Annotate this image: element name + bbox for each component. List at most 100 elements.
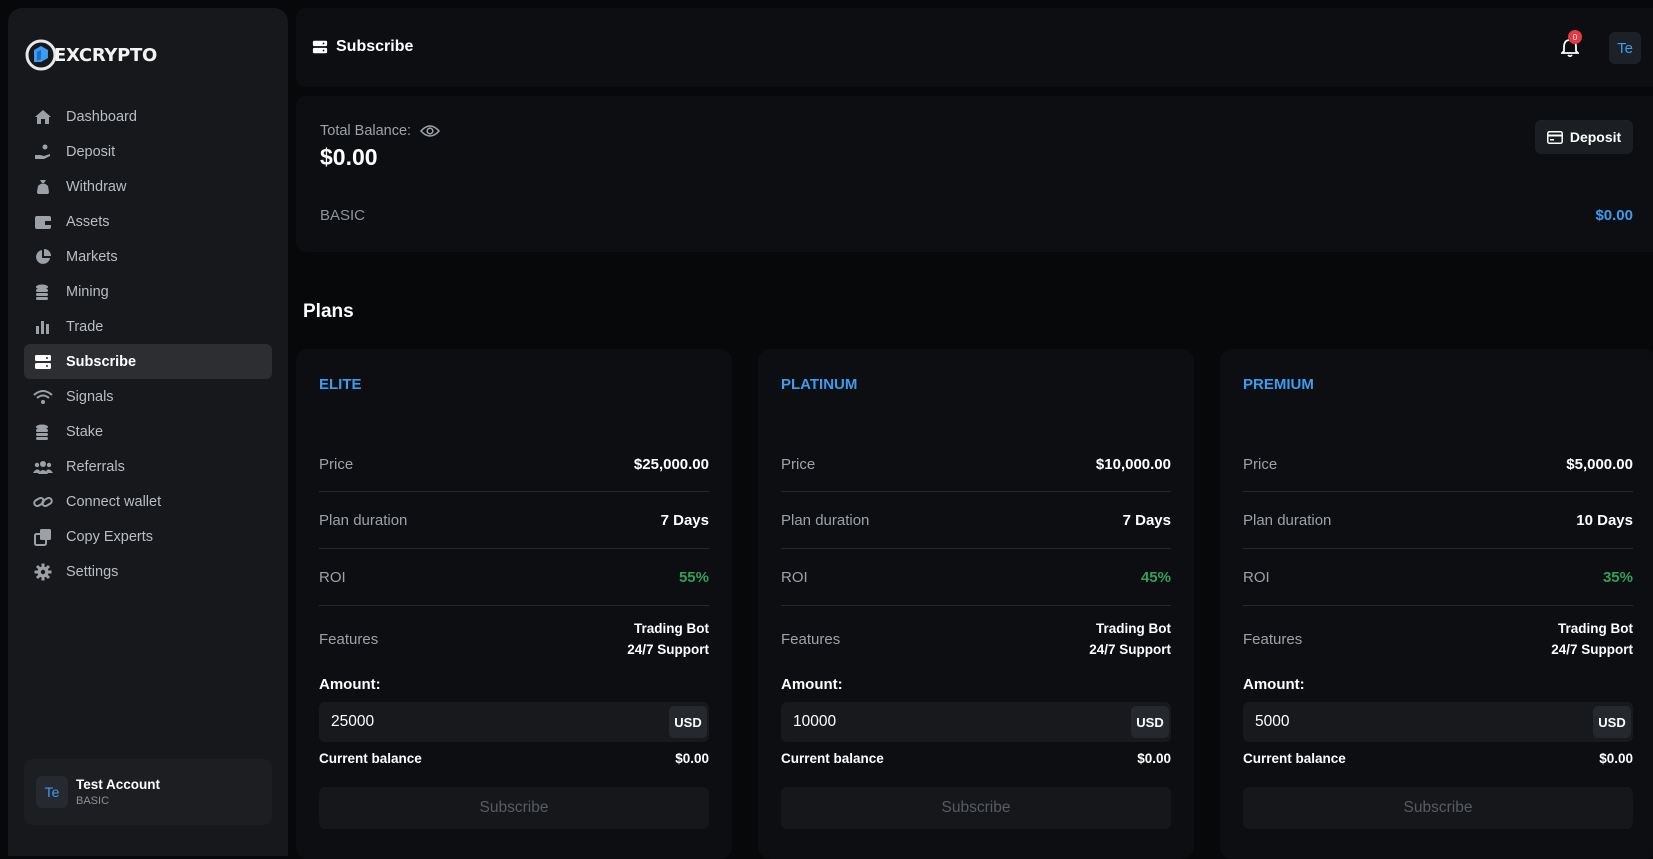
current-plan-value: $0.00 — [1595, 207, 1633, 224]
sidebar-item-label: Dashboard — [66, 108, 137, 125]
page-title: Subscribe — [312, 38, 413, 56]
current-plan-name: BASIC — [320, 207, 366, 224]
sidebar-item-dashboard[interactable]: Dashboard — [24, 99, 272, 134]
sidebar-item-signals[interactable]: Signals — [24, 379, 272, 414]
sidebar-item-label: Settings — [66, 563, 119, 580]
current-balance-row: Current balance $0.00 — [781, 751, 1171, 766]
features-label: Features — [319, 630, 379, 648]
coin-stack-icon — [32, 281, 54, 303]
feature-item: 24/7 Support — [1089, 642, 1171, 657]
plan-price-row: Price $25,000.00 — [319, 437, 709, 492]
sidebar-item-stake[interactable]: Stake — [24, 414, 272, 449]
subscribe-button[interactable]: Subscribe — [1243, 787, 1633, 829]
copy-icon — [32, 526, 54, 548]
server-icon — [312, 39, 328, 55]
hand-coin-icon — [32, 141, 54, 163]
features-label: Features — [781, 630, 841, 648]
sidebar-item-markets[interactable]: Markets — [24, 239, 272, 274]
deposit-button-label: Deposit — [1569, 129, 1622, 145]
features-list: Trading Bot 24/7 Support — [1089, 618, 1171, 660]
wifi-icon — [32, 386, 54, 408]
plan-features-row: Features Trading Bot 24/7 Support — [1243, 606, 1633, 672]
features-list: Trading Bot 24/7 Support — [627, 618, 709, 660]
features-label: Features — [1243, 630, 1303, 648]
current-balance-label: Current balance — [1243, 751, 1346, 766]
bar-chart-icon — [32, 316, 54, 338]
duration-value: 10 Days — [1576, 511, 1633, 529]
sidebar-item-label: Stake — [66, 423, 104, 440]
sidebar-item-withdraw[interactable]: Withdraw — [24, 169, 272, 204]
sidebar-item-trade[interactable]: Trade — [24, 309, 272, 344]
feature-item: Trading Bot — [634, 621, 709, 636]
logo-icon — [25, 39, 57, 71]
currency-tag: USD — [669, 706, 707, 738]
sidebar-item-label: Signals — [66, 388, 114, 405]
currency-tag: USD — [1131, 706, 1169, 738]
account-plan: BASIC — [76, 795, 110, 807]
plan-price-row: Price $10,000.00 — [781, 437, 1171, 492]
gear-icon — [32, 561, 54, 583]
sidebar-item-copy-experts[interactable]: Copy Experts — [24, 519, 272, 554]
plan-price-row: Price $5,000.00 — [1243, 437, 1633, 492]
duration-label: Plan duration — [781, 511, 870, 529]
amount-input[interactable] — [319, 702, 709, 742]
plan-features-row: Features Trading Bot 24/7 Support — [319, 606, 709, 672]
users-icon — [32, 456, 54, 478]
roi-value: 35% — [1602, 568, 1633, 586]
sidebar-item-settings[interactable]: Settings — [24, 554, 272, 589]
plan-duration-row: Plan duration 7 Days — [781, 492, 1171, 549]
sidebar-item-label: Copy Experts — [66, 528, 154, 545]
money-bag-icon — [32, 176, 54, 198]
brand-logo[interactable]: EXCRYPTO — [24, 38, 157, 72]
subscribe-button[interactable]: Subscribe — [781, 787, 1171, 829]
plan-duration-row: Plan duration 7 Days — [319, 492, 709, 549]
plan-card-premium: PREMIUM Price $5,000.00 Plan duration 10 D… — [1220, 349, 1653, 859]
amount-input[interactable] — [1243, 702, 1633, 742]
price-label: Price — [319, 455, 354, 473]
credit-card-icon — [1546, 130, 1563, 144]
account-card[interactable]: Te Test Account BASIC — [24, 759, 272, 825]
duration-value: 7 Days — [1122, 511, 1171, 529]
feature-item: 24/7 Support — [627, 642, 709, 657]
page-title-text: Subscribe — [336, 38, 414, 55]
feature-item: Trading Bot — [1096, 621, 1171, 636]
feature-item: Trading Bot — [1558, 621, 1633, 636]
sidebar-item-label: Subscribe — [66, 353, 137, 370]
account-name: Test Account — [76, 777, 161, 792]
plan-duration-row: Plan duration 10 Days — [1243, 492, 1633, 549]
plan-roi-row: ROI 35% — [1243, 549, 1633, 606]
current-balance-value: $0.00 — [675, 751, 709, 766]
total-balance-label-text: Total Balance: — [320, 123, 412, 139]
sidebar-item-label: Withdraw — [66, 178, 127, 195]
coin-stack-icon — [32, 421, 54, 443]
plan-name: ELITE — [319, 376, 362, 393]
avatar: Te — [36, 776, 68, 808]
user-avatar[interactable]: Te — [1609, 32, 1641, 64]
amount-input[interactable] — [781, 702, 1171, 742]
notification-badge: 0 — [1568, 30, 1582, 44]
price-value: $5,000.00 — [1566, 455, 1633, 473]
sidebar-item-connect-wallet[interactable]: Connect wallet — [24, 484, 272, 519]
eye-icon[interactable] — [420, 124, 441, 138]
plan-name: PLATINUM — [781, 376, 858, 393]
roi-label: ROI — [781, 568, 808, 586]
wallet-icon — [32, 211, 54, 233]
price-label: Price — [1243, 455, 1278, 473]
total-balance-label: Total Balance: — [320, 123, 441, 139]
top-bar: Subscribe 0 Te — [296, 8, 1653, 87]
sidebar-item-referrals[interactable]: Referrals — [24, 449, 272, 484]
roi-value: 55% — [678, 568, 709, 586]
roi-label: ROI — [319, 568, 346, 586]
sidebar-item-label: Assets — [66, 213, 110, 230]
sidebar-nav: Dashboard Deposit Withdraw Assets Market… — [24, 99, 272, 589]
plan-roi-row: ROI 45% — [781, 549, 1171, 606]
sidebar-item-assets[interactable]: Assets — [24, 204, 272, 239]
duration-label: Plan duration — [1243, 511, 1332, 529]
plan-card-elite: ELITE Price $25,000.00 Plan duration 7 Day… — [296, 349, 732, 859]
sidebar-item-mining[interactable]: Mining — [24, 274, 272, 309]
sidebar-item-subscribe[interactable]: Subscribe — [24, 344, 272, 379]
deposit-button[interactable]: Deposit — [1535, 120, 1633, 154]
subscribe-button[interactable]: Subscribe — [319, 787, 709, 829]
currency-tag: USD — [1593, 706, 1631, 738]
sidebar-item-deposit[interactable]: Deposit — [24, 134, 272, 169]
